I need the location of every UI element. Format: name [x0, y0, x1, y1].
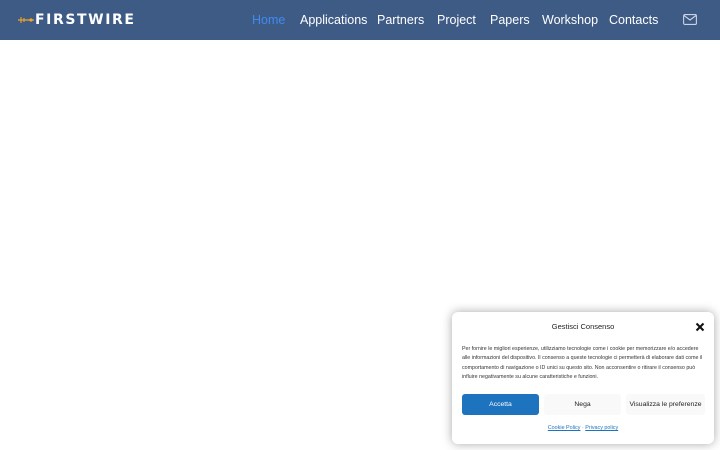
nav-papers[interactable]: Papers [490, 12, 530, 28]
logo-wire-icon [18, 17, 34, 23]
cookie-consent-dialog: Gestisci Consenso Per fornire le miglior… [452, 312, 714, 444]
deny-button[interactable]: Nega [544, 394, 621, 415]
accept-button[interactable]: Accetta [462, 394, 539, 415]
cookie-policy-link[interactable]: Cookie Policy [548, 425, 581, 431]
logo-text: FIRSTWIRE [35, 12, 136, 28]
nav-project[interactable]: Project [437, 12, 476, 28]
nav-applications[interactable]: Applications [300, 12, 367, 28]
consent-title: Gestisci Consenso [551, 322, 615, 331]
nav-home[interactable]: Home [252, 12, 285, 28]
nav-contacts[interactable]: Contacts [609, 12, 658, 28]
view-preferences-button[interactable]: Visualizza le preferenze [626, 394, 705, 415]
consent-message: Per fornire le migliori esperienze, util… [462, 346, 703, 381]
nav-partners[interactable]: Partners [377, 12, 424, 28]
close-icon[interactable] [695, 322, 705, 332]
logo[interactable]: FIRSTWIRE [18, 10, 136, 30]
policy-links: Cookie Policy · Privacy policy [452, 425, 714, 431]
envelope-icon[interactable] [683, 14, 697, 25]
site-header: FIRSTWIRE Home Applications Partners Pro… [0, 0, 720, 40]
nav-workshop[interactable]: Workshop [542, 12, 598, 28]
link-separator: · [581, 425, 584, 431]
privacy-policy-link[interactable]: Privacy policy [585, 425, 618, 431]
